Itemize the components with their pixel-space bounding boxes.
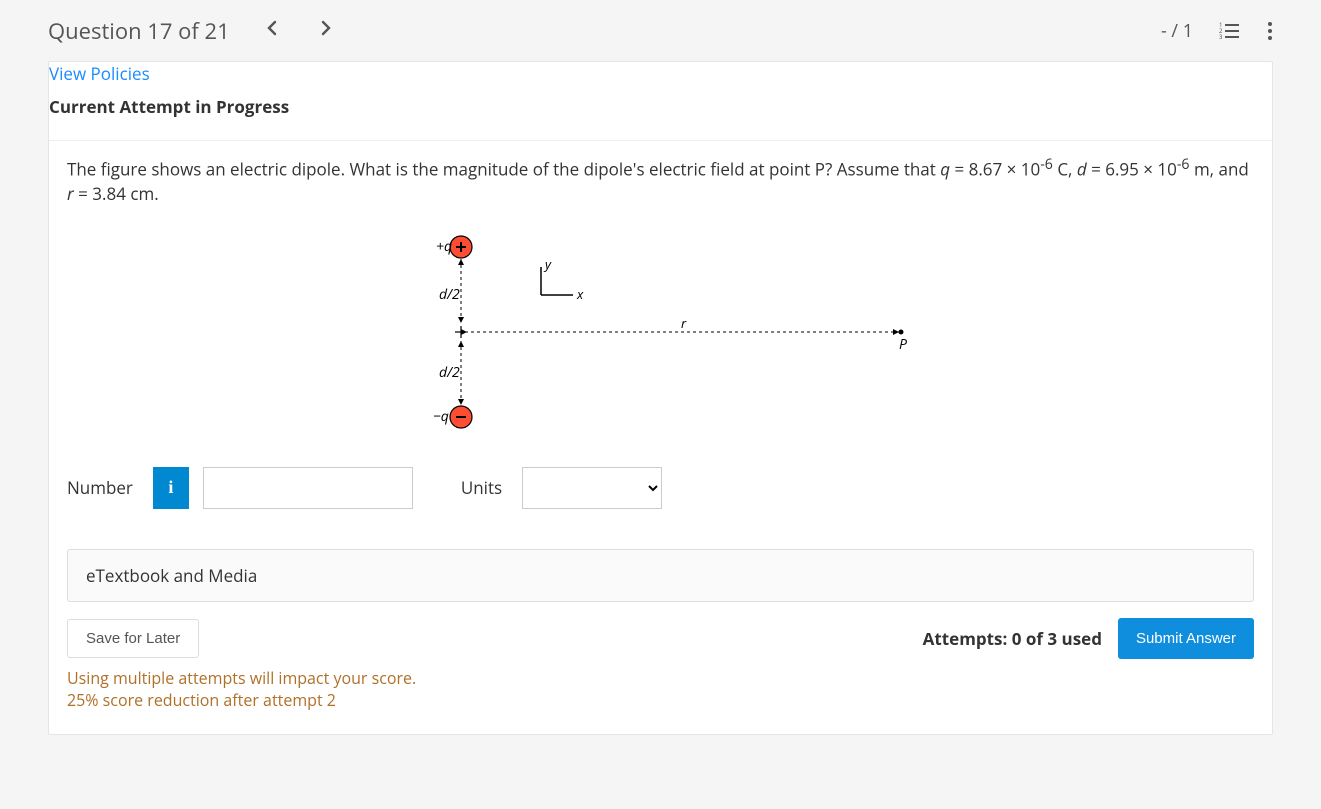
save-for-later-button[interactable]: Save for Later [67, 619, 199, 658]
more-menu-icon[interactable] [1267, 21, 1273, 41]
question-header: Question 17 of 21 - / 1 1 2 3 [0, 0, 1321, 61]
next-question-button[interactable] [314, 14, 338, 47]
prev-question-button[interactable] [260, 14, 284, 47]
question-card: View Policies Current Attempt in Progres… [48, 61, 1273, 735]
footer-row: Save for Later Attempts: 0 of 3 used Sub… [67, 618, 1254, 659]
answer-row: Number i Units [67, 467, 1254, 509]
question-title: Question 17 of 21 [48, 16, 230, 46]
figure-minus-label: −q [433, 407, 449, 426]
figure-d2-lower: d/2 [439, 363, 460, 382]
score-display: - / 1 [1161, 19, 1193, 43]
submit-answer-button[interactable]: Submit Answer [1118, 618, 1254, 659]
units-label: Units [461, 476, 502, 499]
figure-plus-label: +q [436, 237, 452, 256]
nav-arrows [260, 14, 338, 47]
figure-x-axis: x [576, 285, 584, 303]
number-label: Number [67, 476, 133, 499]
figure-r-label: r [681, 314, 687, 332]
dipole-figure: +q −q d/2 d/2 [67, 227, 1254, 437]
answer-number-input[interactable] [203, 467, 413, 509]
outline-list-icon[interactable]: 1 2 3 [1219, 21, 1241, 41]
attempt-status: Current Attempt in Progress [49, 95, 1254, 118]
figure-d2-upper: d/2 [439, 285, 460, 304]
etextbook-media-button[interactable]: eTextbook and Media [67, 549, 1254, 602]
view-policies-link[interactable]: View Policies [49, 62, 150, 85]
question-text: The figure shows an electric dipole. Wha… [67, 155, 1254, 207]
info-icon[interactable]: i [153, 467, 189, 509]
figure-point-p: P [899, 335, 907, 354]
svg-text:3: 3 [1219, 33, 1223, 41]
figure-y-axis: y [543, 255, 552, 273]
score-notice: Using multiple attempts will impact your… [67, 667, 1254, 712]
attempts-counter: Attempts: 0 of 3 used [923, 627, 1102, 650]
units-select[interactable] [522, 467, 662, 509]
